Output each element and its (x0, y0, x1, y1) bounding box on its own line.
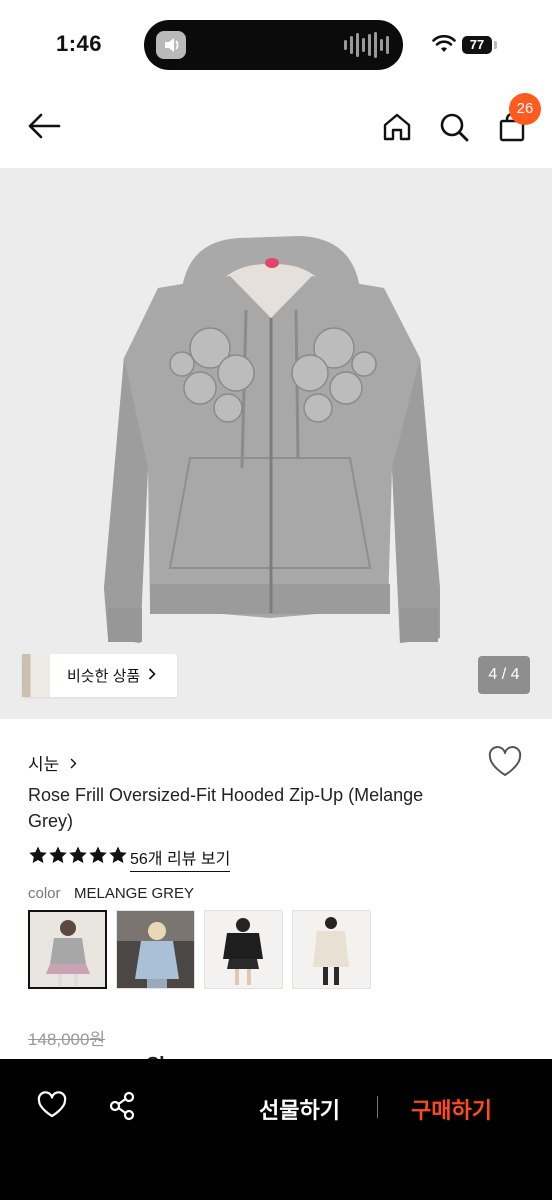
wishlist-heart-icon[interactable] (487, 746, 523, 783)
hoodie-illustration (104, 236, 440, 643)
battery-tip (494, 41, 497, 49)
original-price: 148,000원 (28, 1030, 106, 1049)
color-thumbnails (28, 910, 371, 989)
chevron-right-icon (70, 758, 77, 769)
rating-stars (28, 845, 128, 865)
battery-indicator: 77 (462, 36, 492, 54)
audio-waveform-icon (344, 32, 389, 58)
product-image[interactable] (0, 168, 552, 719)
chevron-right-icon (148, 667, 156, 684)
product-title: Rose Frill Oversized-Fit Hooded Zip-Up (… (28, 785, 424, 831)
similar-products-label: 비슷한 상품 (67, 668, 141, 685)
review-link[interactable]: 56개 리뷰 보기 (130, 845, 231, 872)
color-label: color (28, 885, 61, 902)
button-divider (377, 1096, 378, 1118)
search-icon[interactable] (438, 111, 470, 143)
color-thumbnail-grey[interactable] (28, 910, 107, 989)
speaker-icon (156, 31, 186, 59)
brand-name: 시눈 (28, 755, 60, 774)
cart-count-badge: 26 (509, 93, 541, 125)
dynamic-island (144, 20, 403, 70)
wifi-icon (432, 34, 456, 58)
status-time: 1:46 (56, 31, 103, 56)
image-counter: 4 / 4 (478, 656, 530, 694)
color-thumbnail-ivory[interactable] (292, 910, 371, 989)
gift-button[interactable]: 선물하기 (259, 1093, 340, 1125)
buy-button[interactable]: 구매하기 (411, 1093, 492, 1125)
heart-icon[interactable] (37, 1091, 67, 1124)
home-icon[interactable] (381, 111, 413, 143)
brand-link[interactable]: 시눈 (28, 750, 77, 775)
back-arrow-icon[interactable] (26, 110, 62, 142)
color-thumbnail-light-blue[interactable] (116, 910, 195, 989)
similar-product-thumbnail (22, 654, 50, 697)
bottom-action-bar (0, 1059, 552, 1200)
color-thumbnail-black[interactable] (204, 910, 283, 989)
color-value: MELANGE GREY (74, 885, 195, 902)
share-icon[interactable] (108, 1091, 136, 1126)
similar-products-button[interactable]: 비슷한 상품 (22, 654, 177, 697)
